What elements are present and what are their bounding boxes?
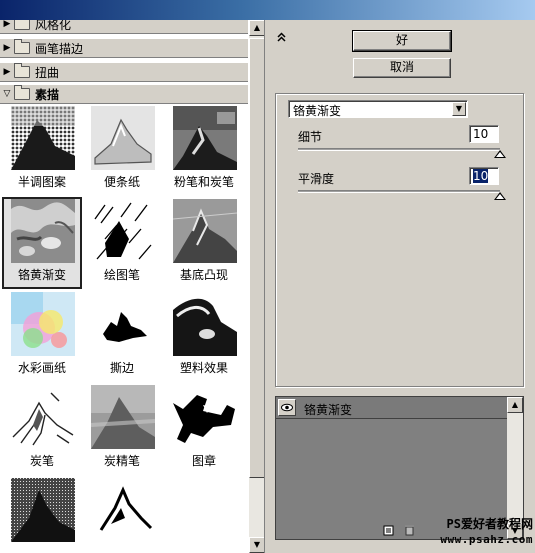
dropdown-arrow-icon[interactable]: ▼: [452, 102, 466, 116]
filter-thumbnail: [91, 478, 155, 542]
filter-label: 粉笔和炭笔: [173, 175, 234, 189]
watermark: PS爱好者教程网 www.psahz.com: [423, 517, 533, 547]
filter-plastic-wrap[interactable]: 塑料效果: [164, 290, 244, 382]
filter-label: 半调图案: [17, 175, 66, 189]
filter-thumbnail: [11, 478, 75, 542]
filter-label: 图章: [191, 454, 216, 468]
filter-label: 撕边: [109, 361, 134, 375]
detail-input[interactable]: 10: [469, 125, 499, 143]
filter-label: 水彩画纸: [17, 361, 66, 375]
folder-icon: [14, 20, 30, 30]
smoothness-value: 10: [473, 169, 489, 183]
filter-label: 基底凸现: [179, 268, 228, 282]
trash-icon[interactable]: [404, 524, 415, 536]
filter-label: 炭笔: [29, 454, 54, 468]
filter-note-paper[interactable]: 便条纸: [82, 104, 162, 196]
collapse-arrow-icon[interactable]: ▽: [0, 89, 14, 99]
filter-bas-relief[interactable]: 基底凸现: [164, 197, 244, 289]
detail-slider[interactable]: [298, 148, 500, 151]
category-distort[interactable]: ▶ 扭曲: [0, 62, 248, 82]
filter-halftone-pattern[interactable]: 半调图案: [2, 104, 82, 196]
detail-value: 10: [473, 127, 489, 141]
window-title-bar: [0, 0, 535, 20]
filter-label: 塑料效果: [179, 361, 228, 375]
folder-icon: [14, 63, 30, 78]
filter-thumbnail: [11, 292, 75, 356]
smoothness-label: 平滑度: [298, 172, 335, 186]
filter-thumbnail: [91, 106, 155, 170]
detail-slider-handle[interactable]: [494, 150, 506, 158]
scroll-thumb[interactable]: [249, 38, 264, 478]
filter-photocopy[interactable]: [82, 476, 162, 553]
filter-thumbnail: [173, 292, 237, 356]
smoothness-input[interactable]: 10: [469, 167, 499, 185]
filter-torn-edges[interactable]: 撕边: [82, 290, 162, 382]
effect-layer-name: 铬黄渐变: [304, 403, 353, 417]
expand-arrow-icon[interactable]: ▶: [0, 20, 14, 29]
cancel-button[interactable]: 取消: [353, 58, 451, 78]
filter-select[interactable]: 铬黄渐变 ▼: [288, 100, 468, 118]
double-chevron-up-icon[interactable]: [277, 32, 286, 45]
filter-reticulation[interactable]: [2, 476, 82, 553]
filter-chalk-charcoal[interactable]: 粉笔和炭笔: [164, 104, 244, 196]
category-stylize[interactable]: ▶ 风格化: [0, 20, 248, 34]
filter-thumbnail: [91, 292, 155, 356]
category-label: 素描: [35, 87, 60, 102]
category-label: 画笔描边: [35, 41, 84, 56]
filter-thumbnail: [173, 199, 237, 263]
scroll-down-button[interactable]: ▼: [249, 537, 264, 553]
filter-thumbnail: [11, 385, 75, 449]
category-label: 扭曲: [35, 65, 60, 80]
folder-icon: [14, 39, 30, 54]
filter-settings-panel: 好 取消 铬黄渐变 ▼ 细节 10 平滑度 10 铬黄渐变 ▲ ▼ PS爱好者教…: [265, 20, 535, 553]
watermark-line2: www.psahz.com: [440, 533, 533, 546]
expand-arrow-icon[interactable]: ▶: [0, 43, 14, 53]
category-label: 风格化: [35, 20, 72, 32]
filter-chrome[interactable]: 铬黄渐变: [2, 197, 82, 289]
filter-label: 便条纸: [103, 175, 140, 189]
filter-graphic-pen[interactable]: 绘图笔: [82, 197, 162, 289]
open-folder-icon: [14, 85, 30, 100]
watermark-line1: PS爱好者教程网: [446, 517, 533, 531]
filter-water-paper[interactable]: 水彩画纸: [2, 290, 82, 382]
new-effect-layer-icon[interactable]: [383, 525, 394, 536]
filter-thumbnail: [11, 199, 75, 263]
category-brush-strokes[interactable]: ▶ 画笔描边: [0, 38, 248, 58]
ok-button[interactable]: 好: [352, 30, 452, 52]
eye-icon[interactable]: [278, 399, 296, 416]
expand-arrow-icon[interactable]: ▶: [0, 67, 14, 77]
filter-thumbnail: [91, 199, 155, 263]
category-sketch[interactable]: ▽ 素描: [0, 84, 248, 104]
filter-label: 炭精笔: [103, 454, 140, 468]
scroll-up-button[interactable]: ▲: [249, 20, 264, 36]
filter-label: 绘图笔: [103, 268, 140, 282]
filter-select-value: 铬黄渐变: [293, 104, 342, 118]
filter-thumbnail: [173, 385, 237, 449]
filter-label: 铬黄渐变: [17, 268, 66, 282]
smoothness-slider[interactable]: [298, 190, 500, 193]
filter-thumbnail: [173, 106, 237, 170]
detail-label: 细节: [298, 130, 323, 144]
filter-stamp[interactable]: 图章: [164, 383, 244, 475]
filter-thumbnail: [91, 385, 155, 449]
filter-gallery-browser[interactable]: ▶ 风格化 ▶ 画笔描边 ▶ 扭曲 ▽ 素描 半调图案 便条纸 粉笔和炭笔 铬黄…: [0, 20, 265, 553]
gallery-scrollbar[interactable]: ▲ ▼: [248, 20, 264, 553]
effect-layer-row[interactable]: 铬黄渐变: [276, 397, 507, 419]
filter-options-group: 铬黄渐变 ▼ 细节 10 平滑度 10: [275, 93, 524, 387]
filter-thumbnail: [11, 106, 75, 170]
filter-charcoal[interactable]: 炭笔: [2, 383, 82, 475]
scroll-up-button[interactable]: ▲: [507, 397, 523, 413]
filter-conte-crayon[interactable]: 炭精笔: [82, 383, 162, 475]
smoothness-slider-handle[interactable]: [494, 192, 506, 200]
